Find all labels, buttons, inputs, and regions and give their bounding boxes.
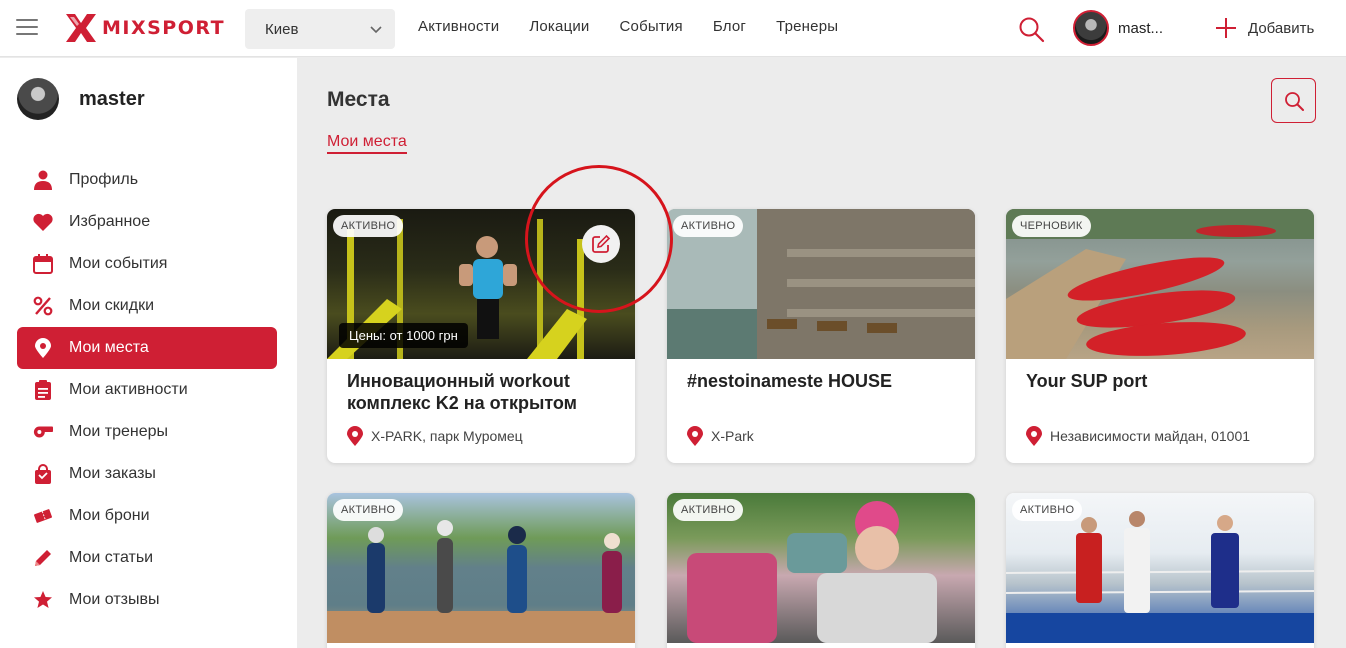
search-button[interactable] (1271, 78, 1316, 123)
star-icon (33, 590, 53, 610)
percent-icon (33, 296, 53, 316)
sidebar-item-favorites[interactable]: Избранное (17, 201, 277, 243)
nav-blog[interactable]: Блог (713, 18, 746, 35)
main-nav: Активности Локации События Блог Тренеры (418, 18, 868, 35)
map-pin-icon (687, 426, 703, 446)
place-card[interactable]: АКТИВНО (1006, 493, 1314, 648)
sidebar-item-reviews[interactable]: Мои отзывы (17, 579, 277, 621)
place-card-title: #nestoinameste HOUSE (687, 371, 893, 391)
nav-locations[interactable]: Локации (529, 18, 589, 35)
sidebar-item-label: Избранное (69, 213, 151, 230)
plus-icon (1216, 18, 1236, 38)
chevron-down-icon (370, 26, 382, 34)
sidebar-item-label: Мои места (69, 339, 149, 356)
place-card-image: АКТИВНО (667, 493, 975, 643)
location-text: X-Park (711, 428, 754, 444)
place-card-image: АКТИВНО (667, 209, 975, 359)
map-pin-icon (1026, 426, 1042, 446)
place-card[interactable]: АКТИВНО Цены: от 1000 грн Инновационный … (327, 209, 635, 463)
sidebar-item-discounts[interactable]: Мои скидки (17, 285, 277, 327)
city-select-value: Киев (265, 20, 299, 38)
location-text: Независимости майдан, 01001 (1050, 428, 1251, 444)
map-pin-icon (33, 338, 53, 358)
sidebar-item-events[interactable]: Мои события (17, 243, 277, 285)
pencil-icon (33, 548, 53, 568)
price-badge: Цены: от 1000 грн (339, 323, 468, 348)
ticket-icon (33, 506, 53, 526)
profile-name: master (79, 87, 145, 110)
sidebar-item-activities[interactable]: Мои активности (17, 369, 277, 411)
add-button[interactable]: Добавить (1214, 16, 1314, 40)
place-card-location: X-Park (687, 426, 975, 446)
sidebar-item-bookings[interactable]: Мои брони (17, 495, 277, 537)
edit-button[interactable] (582, 225, 620, 263)
status-badge: АКТИВНО (333, 215, 404, 237)
sidebar-item-orders[interactable]: Мои заказы (17, 453, 277, 495)
status-badge: ЧЕРНОВИК (1012, 215, 1091, 237)
mixsport-logo-icon (66, 14, 96, 42)
place-card-location: X-PARK, парк Муромец (347, 426, 635, 446)
sidebar-item-label: Мои заказы (69, 465, 156, 482)
search-icon (1284, 91, 1304, 111)
sidebar-item-trainers[interactable]: Мои тренеры (17, 411, 277, 453)
place-card[interactable]: АКТИВНО #nestoinameste HOUSE X-Park (667, 209, 975, 463)
nav-trainers[interactable]: Тренеры (776, 18, 838, 35)
place-card-location: Независимости майдан, 01001 (1026, 426, 1314, 446)
user-menu[interactable]: mast... (1073, 10, 1163, 46)
tab-my-places[interactable]: Мои места (327, 133, 407, 154)
page-title: Места (327, 88, 390, 111)
search-icon[interactable] (1018, 16, 1045, 43)
logo[interactable]: MIXSPORT (66, 14, 225, 42)
map-pin-icon (347, 426, 363, 446)
sidebar-profile[interactable]: master (17, 78, 145, 120)
place-card-image: АКТИВНО (327, 493, 635, 643)
main-content: Места Мои места АКТИВНО Цены: от 1000 гр… (297, 58, 1346, 648)
sidebar-item-label: Мои тренеры (69, 423, 169, 440)
status-badge: АКТИВНО (1012, 499, 1083, 521)
sidebar-item-articles[interactable]: Мои статьи (17, 537, 277, 579)
user-name: mast... (1118, 19, 1164, 37)
sidebar-item-label: Мои события (69, 255, 168, 272)
user-icon (33, 170, 53, 190)
sidebar-item-places[interactable]: Мои места (17, 327, 277, 369)
menu-burger-icon[interactable] (16, 19, 38, 37)
sidebar-item-label: Мои активности (69, 381, 188, 398)
place-card[interactable]: ЧЕРНОВИК Your SUP port Независимости май… (1006, 209, 1314, 463)
place-card-image: ЧЕРНОВИК (1006, 209, 1314, 359)
logo-text: MIXSPORT (102, 17, 226, 39)
sidebar-item-label: Мои статьи (69, 549, 154, 566)
avatar (17, 78, 59, 120)
top-header: MIXSPORT Киев Активности Локации События… (0, 0, 1346, 57)
sidebar-item-label: Мои отзывы (69, 591, 160, 608)
sidebar-item-label: Мои скидки (69, 297, 154, 314)
nav-events[interactable]: События (620, 18, 683, 35)
whistle-icon (33, 422, 53, 442)
city-select[interactable]: Киев (245, 9, 395, 49)
place-card-image: АКТИВНО Цены: от 1000 грн (327, 209, 635, 359)
sidebar-item-profile[interactable]: Профиль (17, 159, 277, 201)
heart-icon (33, 212, 53, 232)
clipboard-icon (33, 380, 53, 400)
place-card[interactable]: АКТИВНО (327, 493, 635, 648)
add-button-label: Добавить (1248, 19, 1315, 37)
place-card-title: Инновационный workout комплекс K2 на отк… (347, 371, 577, 413)
status-badge: АКТИВНО (673, 215, 744, 237)
sidebar: master Профиль Избранное Мои события Мои… (0, 58, 297, 648)
place-card-image: АКТИВНО (1006, 493, 1314, 643)
calendar-icon (33, 254, 53, 274)
status-badge: АКТИВНО (673, 499, 744, 521)
place-card-title: Your SUP port (1026, 371, 1148, 391)
status-badge: АКТИВНО (333, 499, 404, 521)
edit-icon (592, 234, 611, 253)
sidebar-menu: Профиль Избранное Мои события Мои скидки… (17, 159, 277, 621)
place-card[interactable]: АКТИВНО (667, 493, 975, 648)
avatar (1073, 10, 1109, 46)
location-text: X-PARK, парк Муромец (371, 428, 523, 444)
shopping-bag-icon (33, 464, 53, 484)
nav-activities[interactable]: Активности (418, 18, 499, 35)
sidebar-item-label: Мои брони (69, 507, 150, 524)
sidebar-item-label: Профиль (69, 171, 139, 188)
